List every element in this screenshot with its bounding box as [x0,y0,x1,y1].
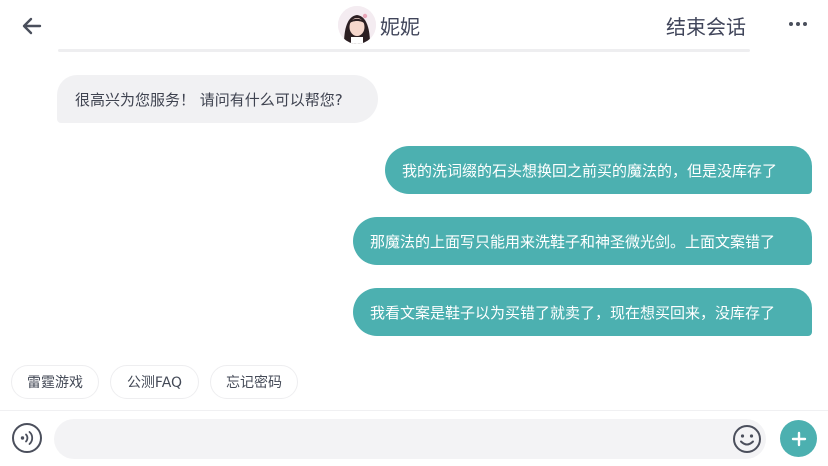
message-input[interactable] [54,419,766,459]
chat-title-group: 妮妮 [338,5,420,45]
message-incoming: 很高兴为您服务！ 请问有什么可以帮您? [57,75,378,123]
input-bar [0,410,828,466]
voice-button[interactable] [12,423,42,453]
page-title: 妮妮 [380,14,420,39]
end-session-button[interactable]: 结束会话 [666,11,746,40]
add-button[interactable] [780,420,817,457]
message-outgoing: 我看文案是鞋子以为买错了就卖了，现在想买回来，没库存了 [353,288,812,336]
more-dots-icon [789,22,807,26]
message-outgoing: 那魔法的上面写只能用来洗鞋子和神圣微光剑。上面文案错了 [353,217,812,265]
quick-reply-chip[interactable]: 公测FAQ [110,365,199,399]
message-outgoing: 我的洗词缀的石头想换回之前买的魔法的，但是没库存了 [385,146,812,194]
chat-header: 妮妮 结束会话 [0,0,828,52]
more-button[interactable] [786,12,810,36]
back-button[interactable] [18,12,46,40]
arrow-left-icon [22,17,42,35]
plus-icon [791,431,806,446]
avatar [338,6,376,44]
voice-icon [20,431,34,445]
smile-icon [733,425,761,453]
header-divider [58,49,750,52]
emoji-button[interactable] [732,424,762,454]
quick-reply-chip[interactable]: 忘记密码 [210,365,298,399]
quick-reply-chip[interactable]: 雷霆游戏 [11,365,99,399]
